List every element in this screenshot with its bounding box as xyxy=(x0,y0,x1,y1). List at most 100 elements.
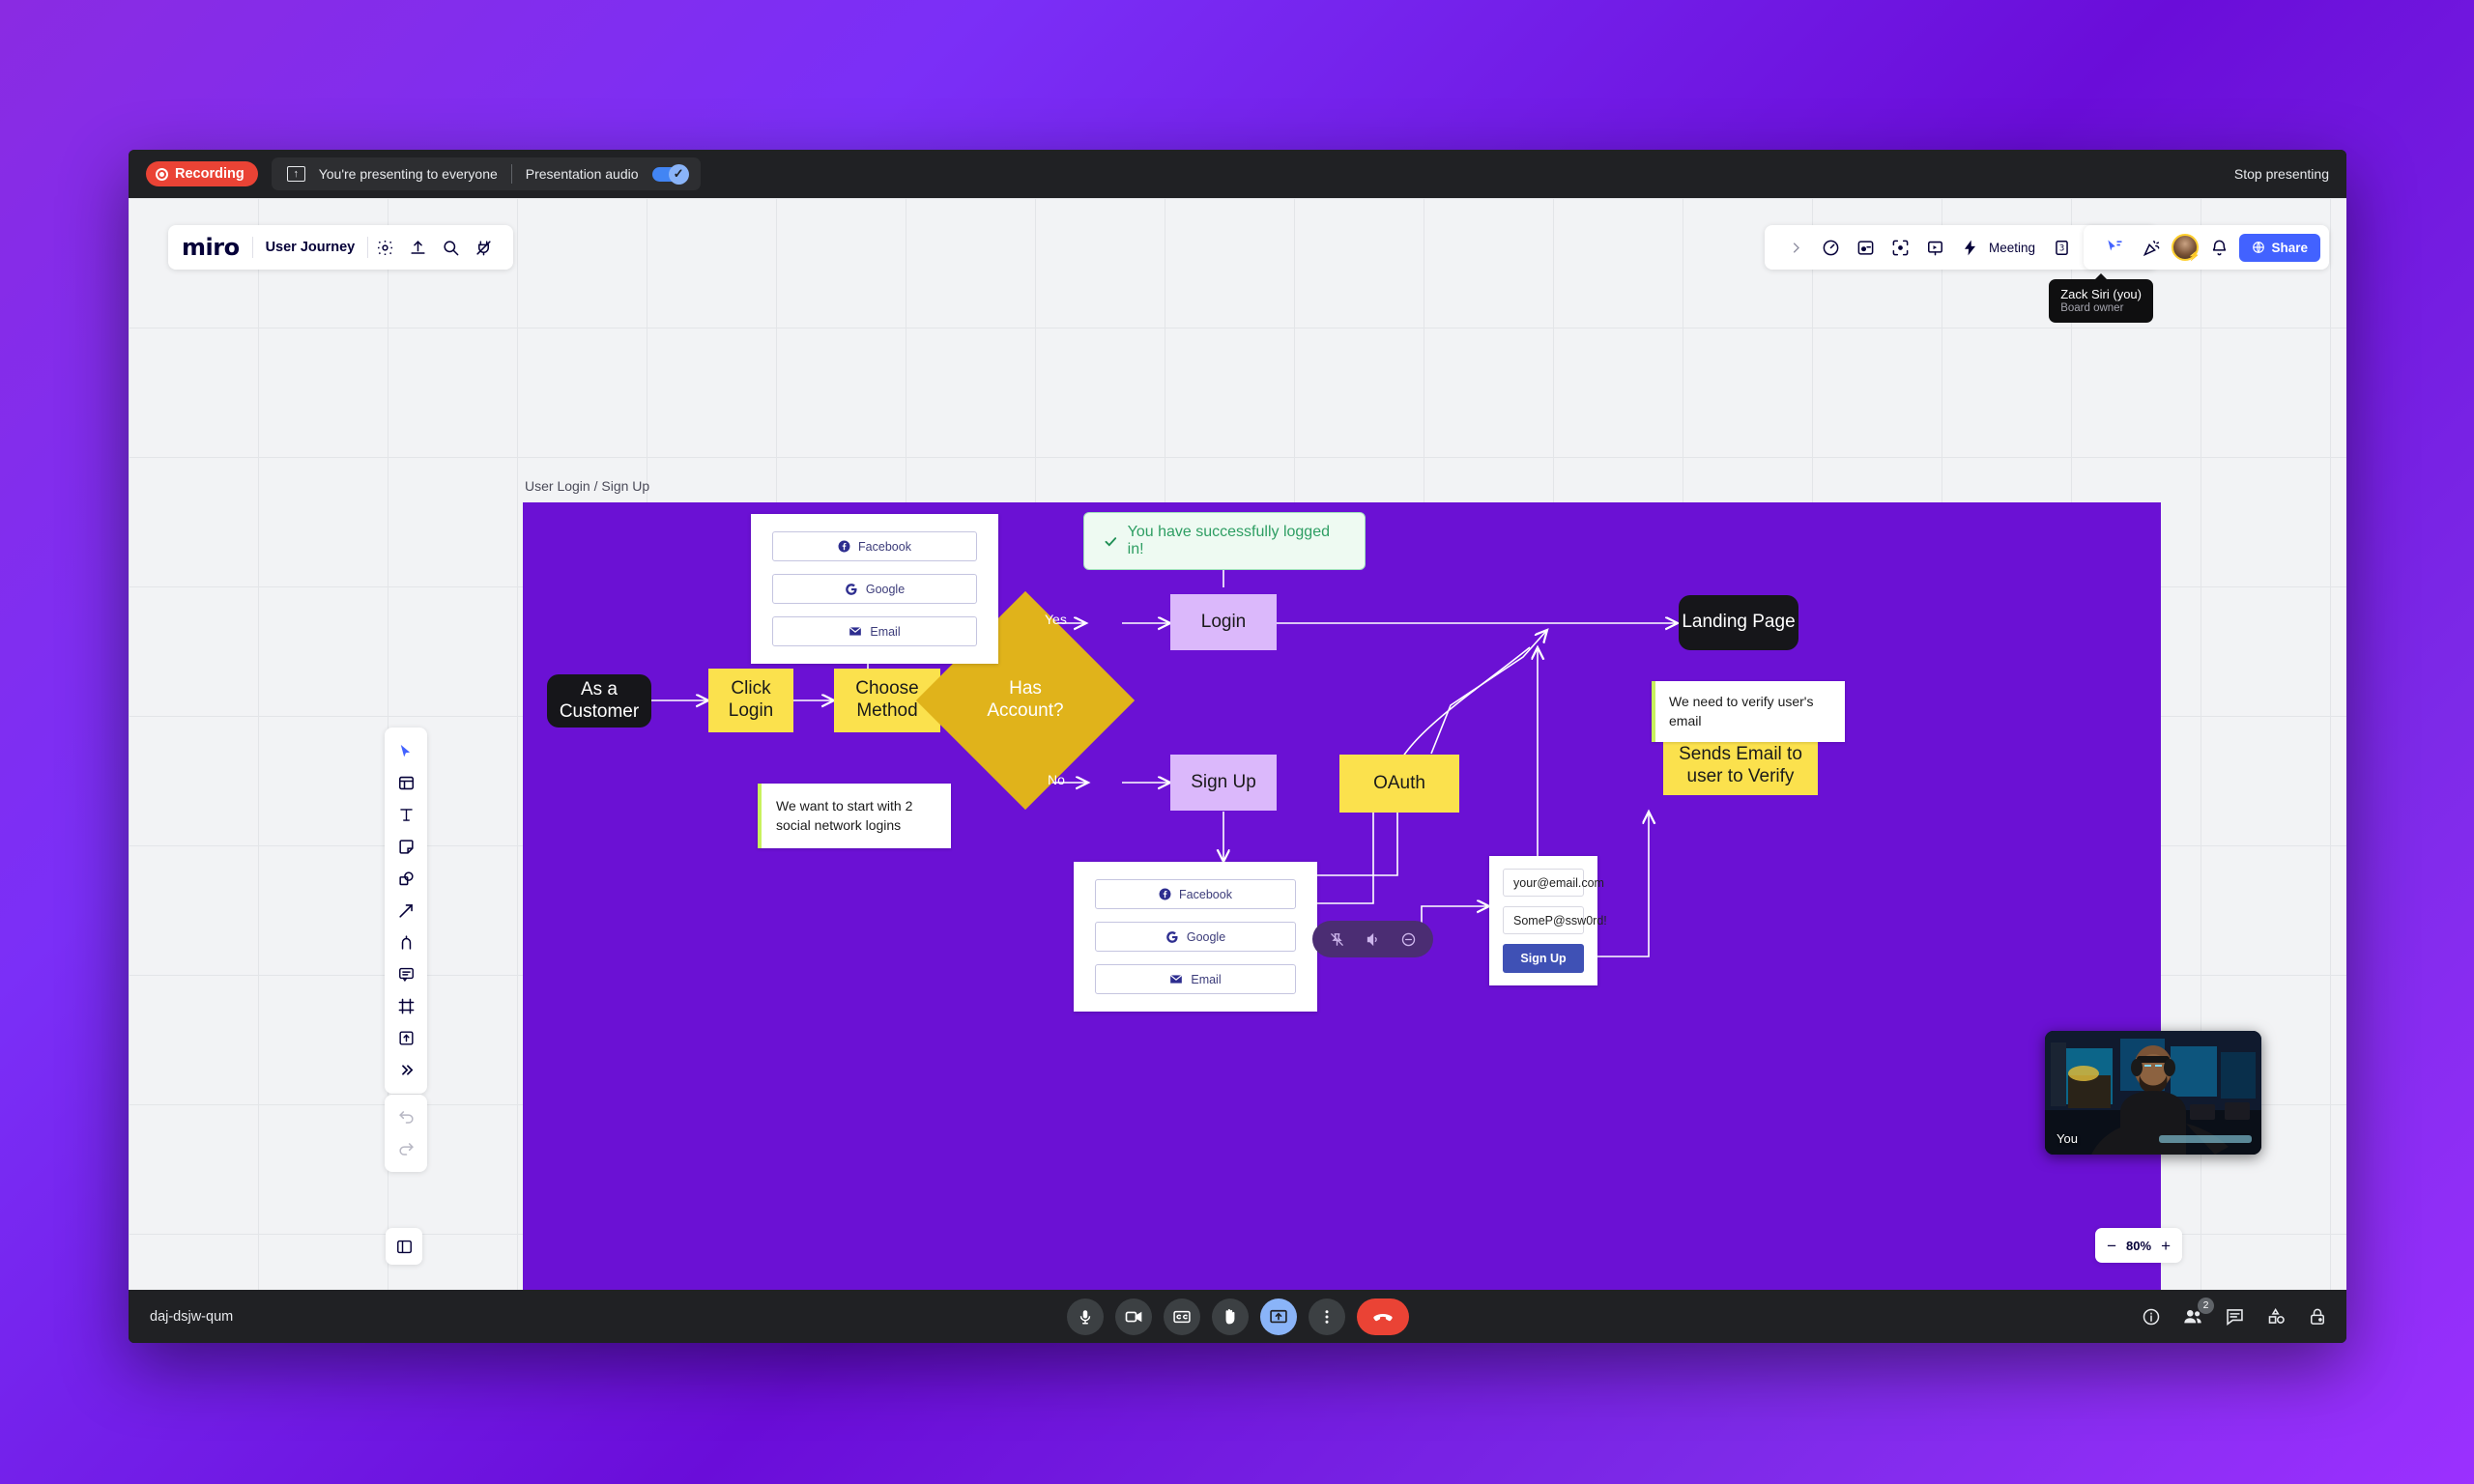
node-sends-email[interactable]: Sends Email to user to Verify xyxy=(1663,737,1818,795)
node-click-login[interactable]: Click Login xyxy=(708,669,793,732)
email-field[interactable]: your@email.com xyxy=(1503,869,1604,897)
check-icon: ✓ xyxy=(668,163,689,185)
signup-google-button[interactable]: Google xyxy=(1095,922,1296,952)
more-options-button[interactable] xyxy=(1308,1298,1345,1335)
login-method-modal[interactable]: Facebook Google Email xyxy=(751,514,998,664)
meeting-details-button[interactable] xyxy=(2142,1307,2161,1327)
board-frame[interactable]: As a Customer Click Login Choose Method … xyxy=(523,502,2161,1290)
signup-facebook-button[interactable]: Facebook xyxy=(1095,879,1296,909)
meeting-label[interactable]: Meeting xyxy=(1989,241,2043,255)
node-oauth[interactable]: OAuth xyxy=(1339,755,1459,813)
upload-tool[interactable] xyxy=(389,1022,422,1054)
signup-form-card[interactable]: your@email.com SomeP@ssw0rd! Sign Up xyxy=(1489,856,1607,985)
participants-count: 2 xyxy=(2198,1297,2214,1314)
node-login[interactable]: Login xyxy=(1170,594,1277,650)
divider xyxy=(510,164,512,184)
node-landing-page[interactable]: Landing Page xyxy=(1679,595,1798,650)
present-now-button[interactable] xyxy=(1259,1298,1297,1335)
connector-tool[interactable] xyxy=(389,895,422,927)
envelope-icon xyxy=(849,626,862,636)
more-tools[interactable] xyxy=(389,1054,422,1086)
login-email-button[interactable]: Email xyxy=(772,616,977,646)
pen-tool[interactable] xyxy=(389,927,422,958)
leave-call-button[interactable] xyxy=(1356,1298,1409,1335)
button-label: Email xyxy=(870,624,901,639)
volume-icon[interactable] xyxy=(1365,931,1381,948)
stop-presenting-button[interactable]: Stop presenting xyxy=(2234,166,2329,182)
video-icon xyxy=(1125,1311,1141,1322)
node-label: Click Login xyxy=(728,678,774,721)
google-icon xyxy=(846,583,857,595)
chevron-right-icon[interactable] xyxy=(1780,231,1813,264)
share-button[interactable]: Share xyxy=(2239,233,2320,262)
login-google-button[interactable]: Google xyxy=(772,574,977,604)
notification-bell-icon[interactable] xyxy=(2202,231,2235,264)
frame-title[interactable]: User Login / Sign Up xyxy=(525,478,649,494)
chat-button[interactable] xyxy=(2225,1306,2245,1327)
select-tool[interactable] xyxy=(389,735,422,767)
sticky-verify-email[interactable]: We need to verify user's email xyxy=(1652,681,1845,742)
record-dot-icon xyxy=(156,167,168,181)
plugin-icon[interactable] xyxy=(467,231,500,264)
activities-button[interactable] xyxy=(2266,1306,2287,1327)
microphone-button[interactable] xyxy=(1066,1298,1104,1335)
miro-logo[interactable]: miro xyxy=(182,234,252,261)
self-view-label: You xyxy=(2057,1131,2078,1146)
comment-tool[interactable] xyxy=(389,958,422,990)
settings-icon[interactable] xyxy=(368,231,401,264)
login-facebook-button[interactable]: Facebook xyxy=(772,531,977,561)
frame-tool[interactable] xyxy=(389,990,422,1022)
info-icon xyxy=(2143,1308,2160,1325)
board-title[interactable]: User Journey xyxy=(253,240,368,255)
presentation-audio-toggle[interactable]: ✓ xyxy=(651,163,689,185)
unpin-icon[interactable] xyxy=(1329,931,1345,948)
miro-board-canvas[interactable]: miro User Journey Meeting 3 ⚡ Share Zack… xyxy=(129,198,2346,1290)
node-as-a-customer[interactable]: As a Customer xyxy=(547,674,651,728)
text-tool[interactable] xyxy=(389,799,422,831)
button-label: Facebook xyxy=(858,539,911,554)
templates-tool[interactable] xyxy=(389,767,422,799)
floating-media-toolbar xyxy=(1312,921,1433,957)
panel-toggle-button[interactable] xyxy=(386,1228,422,1265)
shapes-tool[interactable] xyxy=(389,863,422,895)
raise-hand-button[interactable] xyxy=(1211,1298,1249,1335)
undo-button[interactable] xyxy=(389,1101,422,1133)
zoom-in-button[interactable]: + xyxy=(2161,1238,2171,1254)
presentation-icon[interactable] xyxy=(1919,231,1952,264)
password-field[interactable]: SomeP@ssw0rd! xyxy=(1503,906,1607,934)
focus-mode-icon[interactable] xyxy=(1884,231,1917,264)
facebook-icon xyxy=(1159,888,1171,900)
signup-email-button[interactable]: Email xyxy=(1095,964,1296,994)
timer-icon[interactable] xyxy=(1815,231,1848,264)
presenting-status-group: ↑ You're presenting to everyone Presenta… xyxy=(271,157,701,190)
meeting-lightning-icon[interactable] xyxy=(1954,231,1987,264)
upload-icon[interactable] xyxy=(401,231,434,264)
people-button[interactable]: 2 xyxy=(2182,1297,2214,1327)
toast-text: You have successfully logged in! xyxy=(1127,524,1330,557)
node-sign-up[interactable]: Sign Up xyxy=(1170,755,1277,811)
node-label: OAuth xyxy=(1373,772,1425,793)
svg-text:3: 3 xyxy=(2058,243,2064,253)
host-controls-button[interactable] xyxy=(2308,1307,2327,1327)
cards-icon[interactable]: 3 xyxy=(2045,231,2078,264)
signup-method-modal[interactable]: Facebook Google Email xyxy=(1074,862,1317,1012)
celebrate-icon[interactable] xyxy=(2135,231,2168,264)
sticky-text: We need to verify user's email xyxy=(1669,694,1814,729)
video-chat-icon[interactable] xyxy=(1850,231,1883,264)
search-icon[interactable] xyxy=(434,231,467,264)
sticky-social-logins[interactable]: We want to start with 2 social network l… xyxy=(758,784,951,848)
avatar[interactable] xyxy=(2172,234,2200,262)
node-label: Login xyxy=(1200,611,1247,632)
self-view-tile[interactable]: You xyxy=(2045,1031,2261,1155)
captions-button[interactable] xyxy=(1163,1298,1200,1335)
zoom-out-button[interactable]: − xyxy=(2107,1238,2116,1254)
signup-submit-button[interactable]: Sign Up xyxy=(1503,944,1584,973)
present-screen-icon xyxy=(1269,1309,1287,1323)
sticky-note-tool[interactable] xyxy=(389,831,422,863)
minimize-icon[interactable] xyxy=(1400,931,1417,948)
meeting-code: daj-dsjw-qum xyxy=(150,1308,234,1325)
cursor-share-icon[interactable] xyxy=(2098,231,2131,264)
redo-button[interactable] xyxy=(389,1133,422,1165)
camera-button[interactable] xyxy=(1114,1298,1152,1335)
user-tooltip: Zack Siri (you) Board owner xyxy=(2049,273,2153,323)
